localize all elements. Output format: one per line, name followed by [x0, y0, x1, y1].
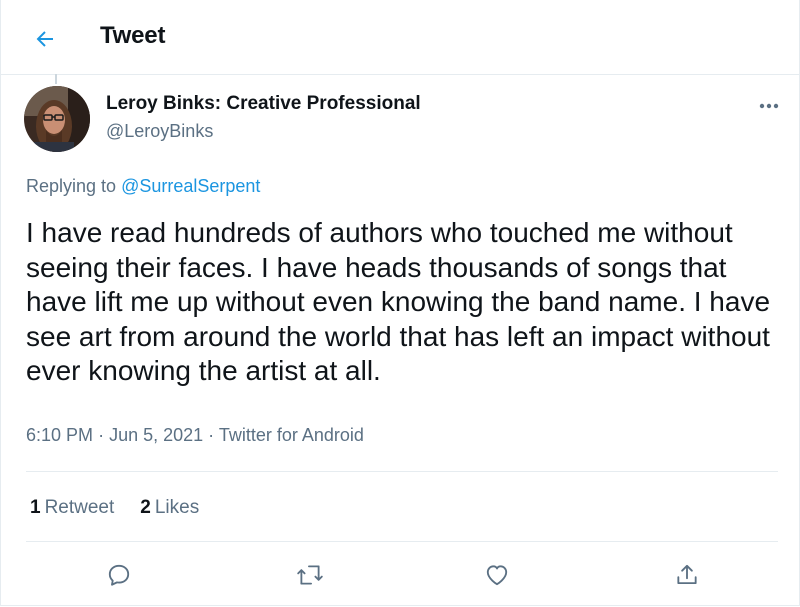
tweet-stats: 1 Retweet 2 Likes	[30, 497, 199, 519]
reply-icon	[108, 564, 130, 586]
like-icon	[486, 565, 508, 586]
arrow-left-icon	[36, 31, 53, 47]
more-icon	[759, 103, 779, 109]
replying-to-label: Replying to	[26, 176, 117, 196]
avatar[interactable]	[24, 86, 90, 152]
divider	[26, 541, 778, 542]
tweet-date[interactable]: Jun 5, 2021	[109, 425, 203, 445]
thread-connector-line	[55, 74, 57, 84]
tweet-source[interactable]: Twitter for Android	[219, 425, 364, 445]
replying-to-line: Replying to @SurrealSerpent	[26, 176, 260, 197]
author-name[interactable]: Leroy Binks: Creative Professional	[106, 93, 421, 115]
page-header: Tweet	[0, 0, 800, 75]
divider	[26, 471, 778, 472]
avatar-image	[24, 86, 90, 152]
retweet-icon	[297, 565, 323, 585]
bottom-border	[0, 605, 800, 606]
author-handle[interactable]: @LeroyBinks	[106, 121, 213, 142]
tweet-text: I have read hundreds of authors who touc…	[26, 217, 771, 386]
tweet-meta: 6:10 PM · Jun 5, 2021 · Twitter for Andr…	[26, 425, 364, 446]
share-icon	[677, 564, 697, 585]
likes-count: 2	[140, 497, 151, 518]
retweet-button[interactable]	[293, 558, 327, 592]
retweets-stat[interactable]: 1 Retweet	[30, 497, 114, 519]
tweet-actions	[0, 558, 800, 592]
retweets-label: Retweet	[44, 497, 115, 518]
likes-label: Likes	[154, 497, 200, 518]
meta-separator: ·	[98, 425, 105, 445]
reply-button[interactable]	[102, 558, 136, 592]
reply-target-link[interactable]: @SurrealSerpent	[121, 176, 260, 196]
more-options-button[interactable]	[752, 94, 786, 118]
back-button[interactable]	[28, 22, 62, 56]
tweet-time[interactable]: 6:10 PM	[26, 425, 93, 445]
retweets-count: 1	[30, 497, 41, 518]
meta-separator: ·	[208, 425, 215, 445]
like-button[interactable]	[480, 558, 514, 592]
likes-stat[interactable]: 2 Likes	[140, 497, 199, 519]
page-title: Tweet	[100, 22, 166, 49]
share-button[interactable]	[670, 558, 704, 592]
